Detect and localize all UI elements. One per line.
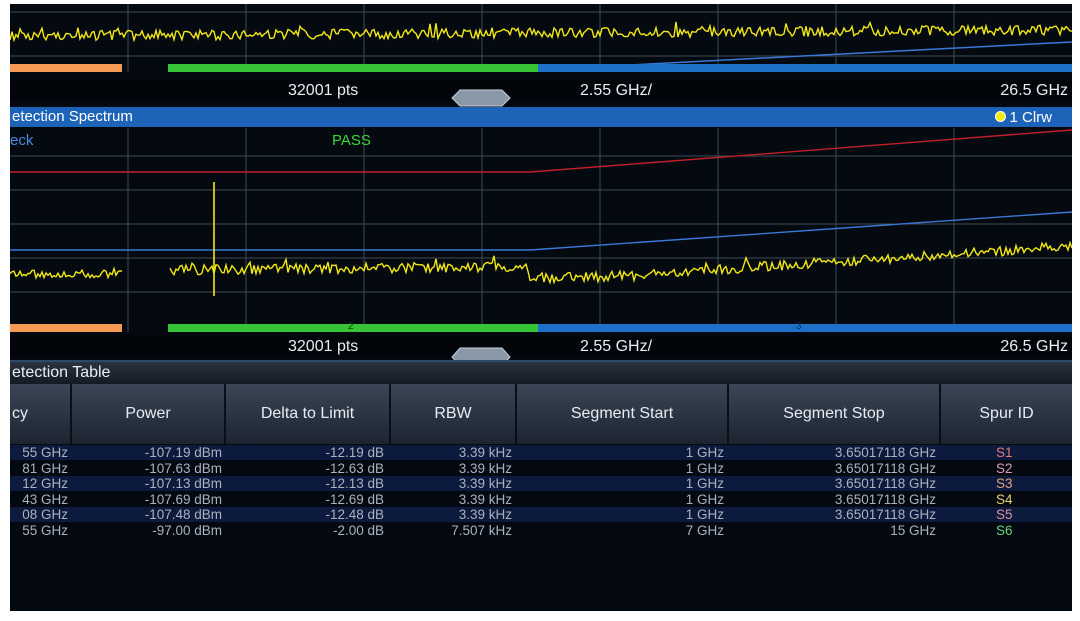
top-spectrum-pane[interactable]	[10, 4, 1072, 72]
segment-3-label: 3	[796, 321, 802, 332]
top-threshold-line	[609, 41, 1072, 67]
trace-indicator-icon	[995, 111, 1007, 122]
cell-power: -107.48 dBm	[144, 507, 222, 523]
cell-power: -107.69 dBm	[144, 491, 222, 507]
cell-rbw: 7.507 kHz	[451, 523, 512, 538]
cell-rbw: 3.39 kHz	[458, 507, 512, 523]
spectrum-title: etection Spectrum	[12, 108, 133, 125]
cell-power: -107.19 dBm	[144, 445, 222, 460]
spectrum-trace-segment-1	[10, 266, 123, 280]
table-title: etection Table	[12, 364, 111, 381]
spectrum-pane[interactable]: eck PASS 2 3	[10, 128, 1072, 332]
top-segment-2-bar	[168, 64, 538, 72]
segment-3-bar: 3	[538, 321, 1072, 332]
cell-freq: 12 GHz	[22, 476, 68, 492]
cell-freq: 81 GHz	[22, 460, 68, 476]
limit-line	[10, 129, 1072, 173]
cell-freq: 43 GHz	[22, 491, 68, 507]
cell-delta: -12.63 dB	[325, 460, 384, 476]
segment-1-bar	[10, 324, 122, 332]
cell-spur-id: S5	[996, 507, 1013, 523]
table-row[interactable]: 55 GHz -107.19 dBm -12.19 dB 3.39 kHz 1 GHz 3…	[10, 445, 1072, 460]
top-axis-step: 2.55 GHz/	[580, 82, 653, 99]
cell-freq: 55 GHz	[22, 523, 68, 538]
col-header-spur-id[interactable]: Spur ID	[941, 384, 1072, 444]
limit-check-result: PASS	[332, 132, 371, 149]
cell-rbw: 3.39 kHz	[458, 491, 512, 507]
axis-step: 2.55 GHz/	[580, 338, 653, 355]
trace-badge[interactable]: 1 Clrw	[995, 108, 1052, 126]
cell-start: 7 GHz	[685, 523, 724, 538]
spectrum-plot	[10, 128, 1072, 332]
cell-spur-id: S4	[996, 491, 1013, 507]
segment-2-bar: 2	[168, 321, 538, 332]
cell-start: 1 GHz	[685, 460, 724, 476]
trace-badge-label: 1 Clrw	[1009, 109, 1052, 126]
axis-stop: 26.5 GHz	[1000, 338, 1068, 355]
col-header-delta[interactable]: Delta to Limit	[226, 384, 391, 444]
top-yellow-trace	[10, 20, 1072, 43]
spectrum-grid	[10, 128, 1072, 332]
top-segment-3-bar	[538, 64, 1072, 72]
cell-delta: -12.69 dB	[325, 491, 384, 507]
table-header: cy Power Delta to Limit RBW Segment Star…	[10, 384, 1072, 444]
spectrum-title-bar[interactable]: etection Spectrum 1 Clrw	[10, 107, 1072, 127]
cell-power: -107.63 dBm	[144, 460, 222, 476]
threshold-line	[10, 211, 1072, 251]
axis-points: 32001 pts	[288, 338, 359, 355]
cell-rbw: 3.39 kHz	[458, 476, 512, 492]
cell-stop: 3.65017118 GHz	[834, 460, 936, 476]
spectrum-trace-segment-2	[169, 240, 1072, 285]
table-row[interactable]: 08 GHz -107.48 dBm -12.48 dB 3.39 kHz 1 GHz 3…	[10, 507, 1072, 523]
cell-start: 1 GHz	[685, 507, 724, 523]
spectrum-x-axis: 32001 pts 2.55 GHz/ 26.5 GHz	[10, 336, 1072, 358]
cell-start: 1 GHz	[685, 476, 724, 492]
col-header-segment-start[interactable]: Segment Start	[517, 384, 729, 444]
cell-rbw: 3.39 kHz	[458, 460, 512, 476]
cell-delta: -12.19 dB	[325, 445, 384, 460]
table-row[interactable]: 55 GHz -97.00 dBm -2.00 dB 7.507 kHz 7 GHz 15…	[10, 523, 1072, 538]
top-x-axis: 32001 pts 2.55 GHz/ 26.5 GHz	[10, 80, 1072, 102]
cell-power: -107.13 dBm	[144, 476, 222, 492]
segment-2-label: 2	[348, 321, 354, 332]
top-grid	[10, 4, 1072, 72]
col-header-power[interactable]: Power	[72, 384, 226, 444]
table-title-bar: etection Table	[10, 360, 1072, 384]
cell-stop: 3.65017118 GHz	[834, 507, 936, 523]
cell-stop: 3.65017118 GHz	[834, 491, 936, 507]
cell-spur-id: S3	[996, 476, 1013, 492]
limit-check-label: eck	[10, 132, 34, 149]
cell-power: -97.00 dBm	[152, 523, 222, 538]
cell-freq: 55 GHz	[22, 445, 68, 460]
cell-freq: 08 GHz	[22, 507, 68, 523]
table-row[interactable]: 12 GHz -107.13 dBm -12.13 dB 3.39 kHz 1 GHz 3…	[10, 476, 1072, 492]
top-axis-stop: 26.5 GHz	[1000, 82, 1068, 99]
col-header-rbw[interactable]: RBW	[391, 384, 517, 444]
analyzer-screen: 32001 pts 2.55 GHz/ 26.5 GHz etection Sp…	[10, 4, 1072, 611]
cell-start: 1 GHz	[685, 491, 724, 507]
cell-spur-id: S6	[996, 523, 1013, 538]
col-header-frequency[interactable]: cy	[10, 384, 72, 444]
cell-rbw: 3.39 kHz	[458, 445, 512, 460]
cell-spur-id: S1	[996, 445, 1013, 460]
table-row[interactable]: 43 GHz -107.69 dBm -12.69 dB 3.39 kHz 1 GHz 3…	[10, 492, 1072, 507]
cell-stop: 15 GHz	[890, 523, 936, 538]
cell-start: 1 GHz	[685, 445, 724, 460]
top-spectrum-plot	[10, 4, 1072, 72]
cell-spur-id: S2	[996, 460, 1013, 476]
top-segment-1-bar	[10, 64, 122, 72]
pane-splitter-handle[interactable]	[450, 88, 512, 108]
cell-delta: -12.13 dB	[325, 476, 384, 492]
cell-delta: -12.48 dB	[325, 507, 384, 523]
cell-delta: -2.00 dB	[332, 523, 384, 538]
top-axis-points: 32001 pts	[288, 82, 359, 99]
cell-stop: 3.65017118 GHz	[834, 445, 936, 460]
cell-stop: 3.65017118 GHz	[834, 476, 936, 492]
col-header-segment-stop[interactable]: Segment Stop	[729, 384, 941, 444]
table-row[interactable]: 81 GHz -107.63 dBm -12.63 dB 3.39 kHz 1 GHz 3…	[10, 461, 1072, 476]
